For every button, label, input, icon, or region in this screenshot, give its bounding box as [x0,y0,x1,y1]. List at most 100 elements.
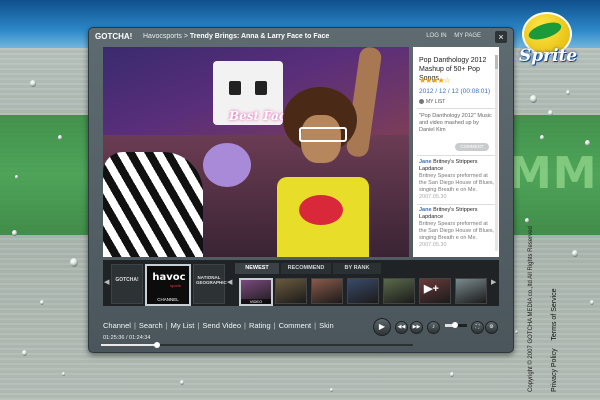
channel-logo: GOTCHA! [115,277,139,283]
player-title: Havocsports > Trendy Brings: Anna & Larr… [143,33,329,40]
havoc-sub: sports [170,283,181,288]
nav-send-video[interactable]: Send Video [202,321,241,330]
havoc-logo: havoc [152,272,186,283]
volume-handle[interactable] [451,322,458,328]
water-droplet [30,80,36,87]
comment-button[interactable]: COMMENT [455,143,489,151]
water-droplet [40,300,44,305]
player-brand: GOTCHA! [95,32,133,41]
sprite-logo[interactable]: Sprite [516,12,578,70]
comment-user[interactable]: Jane [419,207,432,213]
logo-text: Sprite [519,46,578,66]
footer-links: Privacy Policy Terms of Service [551,282,558,392]
water-droplet [15,175,18,179]
seek-bar-fill [101,344,158,346]
water-droplet [450,372,454,377]
comment-header: Jane Britney's Strippers Lapdance [419,159,495,173]
divider [417,108,495,109]
video-purple-wig [203,143,251,187]
login-link[interactable]: LOG IN [426,33,446,39]
video-zebra-costume [103,152,203,257]
thumbnail-label: VIDEO [241,299,271,304]
divider [417,155,495,156]
robot-eye [255,81,267,95]
water-droplet [515,330,518,334]
chevron-left-icon[interactable]: ◀ [104,278,109,286]
water-droplet [590,300,594,305]
timecode: 01:25:36 / 01:24:34 [103,335,151,341]
video-thumbnail[interactable] [275,278,307,304]
nav-comment[interactable]: Comment [279,321,312,330]
water-droplet [58,135,62,140]
comment-item: Jane Britney's Strippers Lapdance Britne… [419,159,495,201]
title-video-name: Trendy Brings: Anna & Larry Face to Face [189,33,330,40]
nav-channel[interactable]: Channel [103,321,131,330]
tab-recommend[interactable]: RECOMMEND [281,263,331,274]
add-to-my-list[interactable]: MY LIST [419,99,445,105]
divider [417,204,495,205]
volume-icon[interactable]: ♪ [427,321,440,334]
privacy-policy-link[interactable]: Privacy Policy [551,348,558,392]
performer-glasses [299,127,347,142]
rating-stars[interactable]: ★★★★☆ [419,76,451,85]
chevron-right-icon[interactable]: ▶ [491,278,496,286]
nav-rating[interactable]: Rating [249,321,271,330]
graffiti-text: MMEY [508,148,600,199]
play-icon[interactable]: ▶ [373,318,391,336]
water-droplet [548,110,553,116]
water-droplet [566,90,570,95]
channel-havoc[interactable]: havoc sports CHANNEL [145,264,191,306]
player-titlebar: GOTCHA! Havocsports > Trendy Brings: Ann… [89,28,513,46]
video-thumbnail[interactable] [455,278,487,304]
settings-icon[interactable]: ⚙ [485,321,498,334]
account-links: LOG IN MY PAGE [420,33,481,39]
nav-skin[interactable]: Skin [319,321,334,330]
comment-user[interactable]: Jane [419,159,432,165]
shirt-lips-print [299,195,343,225]
volume-slider[interactable] [445,322,467,328]
nav-separator: | [165,321,168,330]
video-thumbnail[interactable]: ▶+ [419,278,451,304]
tab-by-rank[interactable]: BY RANK [333,263,381,274]
previous-icon[interactable]: ◀◀ [395,321,408,334]
player-nav: Channel | Search | My List | Send Video | Rating… [103,321,337,330]
info-description: "Pop Danthology 2012" Music and video ma… [419,113,492,133]
info-scrollbar[interactable] [495,55,498,251]
title-breadcrumb[interactable]: Havocsports > [143,33,190,40]
comment-header: Jane Britney's Strippers Lapdance [419,207,495,221]
video-thumbnail[interactable] [347,278,379,304]
video-thumbnail[interactable]: VIDEO [239,278,273,306]
nav-my-list[interactable]: My List [171,321,195,330]
close-icon[interactable]: × [495,31,507,43]
video-performer [273,47,383,257]
my-list-label: MY LIST [426,99,446,105]
scrollbar-thumb[interactable] [495,55,498,69]
info-date: 2012 / 12 / 12 (00:08:01) [419,88,491,95]
fullscreen-icon[interactable]: ⛶ [471,321,484,334]
tab-newest[interactable]: NEWEST [235,263,279,274]
water-droplet [22,350,27,356]
seek-bar-handle[interactable] [154,342,161,348]
water-droplet [62,372,65,376]
video-thumbnail[interactable] [383,278,415,304]
time-current: 01:25:36 [103,335,125,341]
channel-national-geographic[interactable]: NATIONAL GEOGRAPHIC [193,264,227,304]
terms-of-service-link[interactable]: Terms of Service [551,288,558,340]
water-droplet [585,140,590,146]
seek-bar[interactable] [101,342,413,348]
video-thumbnail[interactable] [311,278,343,304]
video-player-window: GOTCHA! Havocsports > Trendy Brings: Ann… [88,27,514,353]
water-droplet [70,258,78,267]
my-page-link[interactable]: MY PAGE [454,33,481,39]
play-next-icon: ▶+ [424,283,439,295]
next-icon[interactable]: ▶▶ [410,321,423,334]
channel-gotcha[interactable]: GOTCHA! [111,264,143,304]
chevron-left-icon[interactable]: ◀ [227,278,232,286]
nav-separator: | [197,321,200,330]
video-frame[interactable]: Best Face [103,47,409,257]
playlist-strip: ◀ GOTCHA! havoc sports CHANNEL NATIONAL … [103,260,499,306]
nav-search[interactable]: Search [139,321,163,330]
comment-item: Jane Britney's Strippers Lapdance Britne… [419,207,495,249]
plus-icon [419,99,424,105]
water-droplet [12,230,17,236]
